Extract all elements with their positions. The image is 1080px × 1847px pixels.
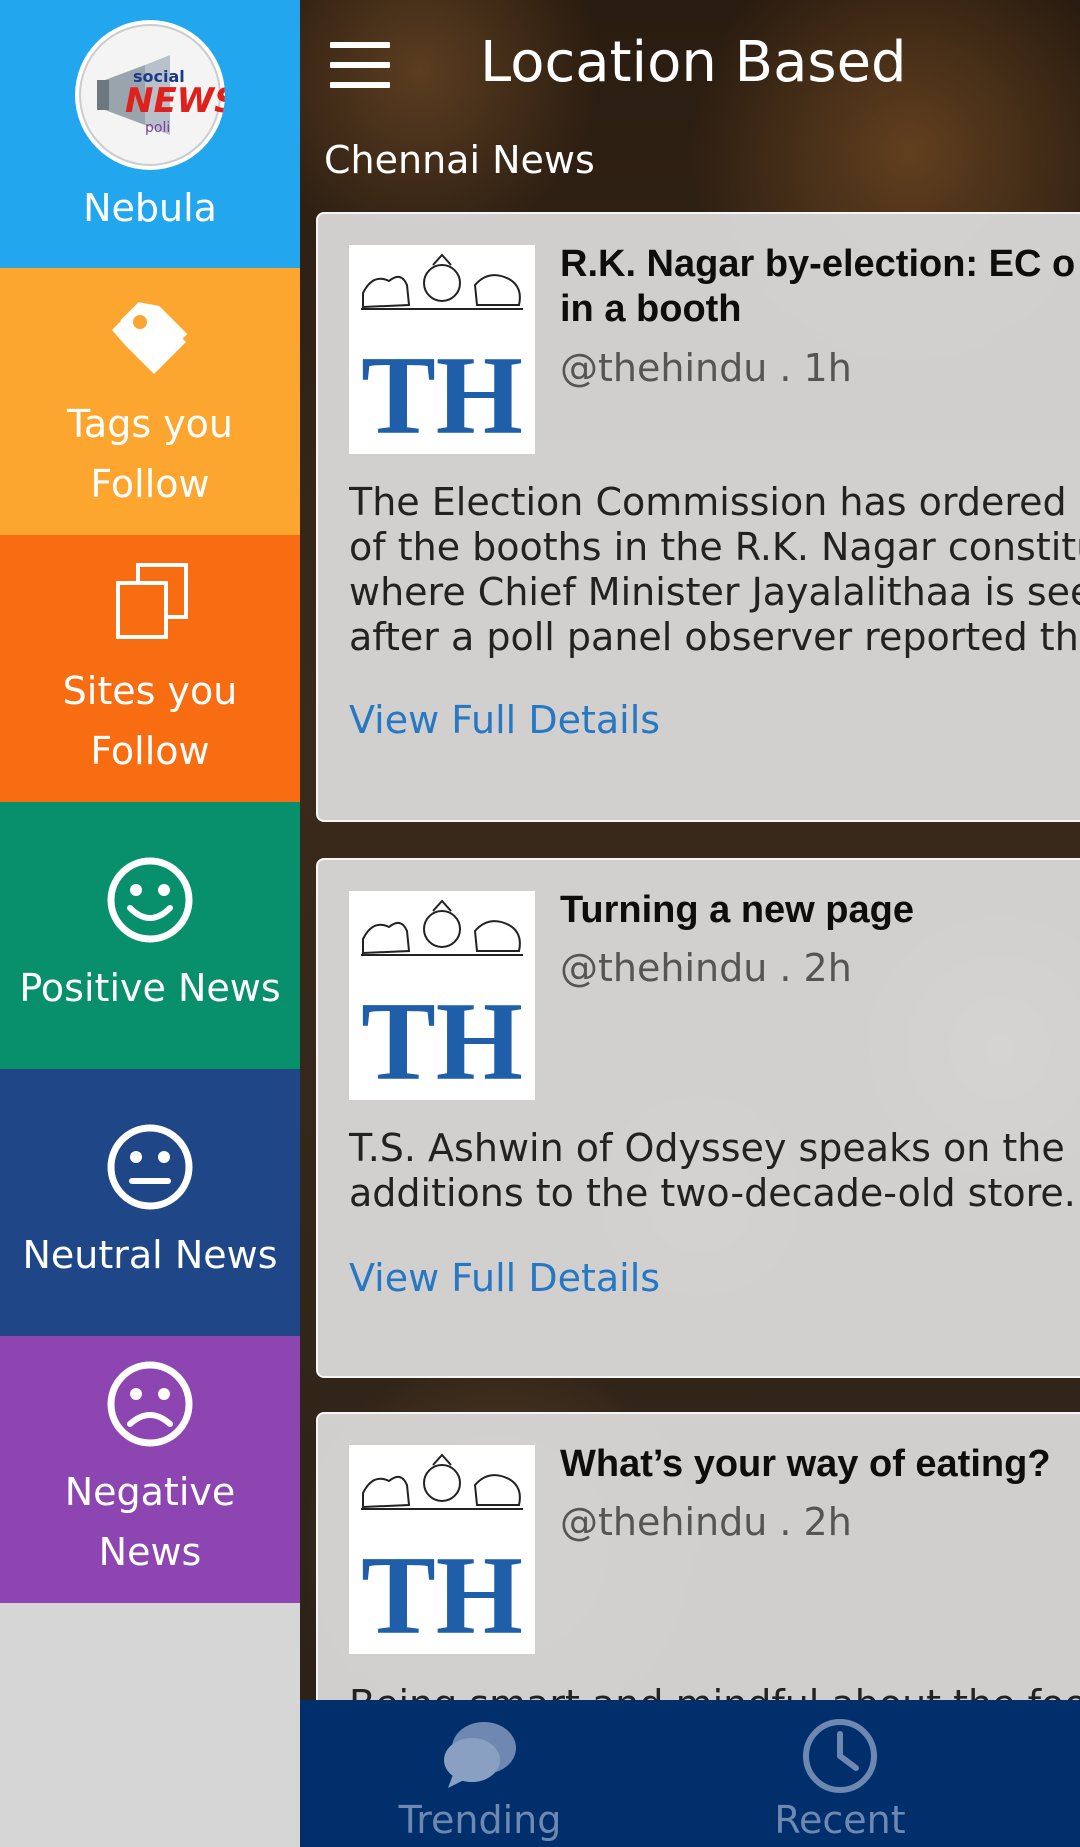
svg-text:NEWS: NEWS: [125, 81, 225, 121]
smile-icon: [107, 857, 193, 942]
bottom-navigation: Trending Recent: [300, 1700, 1080, 1847]
svg-text:poli: poli: [145, 120, 170, 136]
app-name: Nebula: [83, 186, 217, 230]
page-title: Location Based: [480, 30, 907, 95]
neutral-face-icon: [107, 1124, 193, 1209]
tag-icon: [112, 297, 193, 374]
view-details-link[interactable]: View Full Details: [349, 1256, 660, 1300]
tab-recent[interactable]: Recent: [690, 1700, 990, 1847]
drawer-item-tags[interactable]: Tags you Follow: [0, 268, 300, 535]
source-logo: TH: [349, 1445, 535, 1658]
tab-label: Recent: [774, 1798, 906, 1842]
drawer-item-label: Positive News: [19, 965, 281, 1010]
drawer-item-label: Neutral News: [22, 1232, 278, 1277]
section-title: Chennai News: [324, 138, 595, 182]
hamburger-menu-icon[interactable]: [330, 42, 392, 88]
navigation-drawer: social NEWS poli Nebula Tags you Follow …: [0, 0, 300, 1847]
app-logo: social NEWS poli: [75, 20, 225, 170]
drawer-item-positive[interactable]: Positive News: [0, 802, 300, 1069]
clock-icon: [803, 1719, 877, 1793]
emblem-icon: [361, 899, 523, 956]
source-logo: TH: [349, 245, 535, 458]
drawer-item-label: Tags you Follow: [66, 401, 234, 506]
view-details-link[interactable]: View Full Details: [349, 698, 660, 742]
drawer-item-label: Negative News: [64, 1469, 236, 1574]
article-headline[interactable]: Turning a new page: [560, 888, 1080, 933]
article-headline[interactable]: What’s your way of eating?: [560, 1442, 1080, 1487]
drawer-item-label: Sites you Follow: [62, 668, 238, 773]
news-feed: Location Based Chennai News TH R.K. Naga…: [300, 0, 1080, 1847]
article-summary: The Election Commission has ordered r of…: [349, 480, 1080, 659]
emblem-icon: [361, 253, 523, 310]
article-meta: @thehindu . 2h: [560, 946, 852, 990]
news-card[interactable]: TH Turning a new page @thehindu . 2h T.S…: [316, 858, 1080, 1378]
news-card[interactable]: TH R.K. Nagar by-election: EC o in a boo…: [316, 212, 1080, 822]
article-meta: @thehindu . 2h: [560, 1500, 852, 1544]
chat-bubble-icon: [444, 1722, 516, 1788]
article-meta: @thehindu . 1h: [560, 346, 852, 390]
copy-pages-icon: [116, 562, 188, 639]
article-headline[interactable]: R.K. Nagar by-election: EC o in a booth: [560, 242, 1080, 332]
app-bar: Location Based: [300, 0, 1080, 130]
drawer-header[interactable]: social NEWS poli Nebula: [0, 0, 300, 268]
article-summary: T.S. Ashwin of Odyssey speaks on the la …: [349, 1126, 1080, 1215]
emblem-icon: [361, 1453, 523, 1510]
frown-icon: [107, 1361, 193, 1446]
drawer-item-sites[interactable]: Sites you Follow: [0, 535, 300, 802]
logo-letters: TH: [361, 1534, 523, 1654]
drawer-item-negative[interactable]: Negative News: [0, 1336, 300, 1603]
logo-letters: TH: [361, 980, 523, 1100]
tab-label: Trending: [398, 1798, 562, 1842]
source-logo: TH: [349, 891, 535, 1104]
drawer-item-neutral[interactable]: Neutral News: [0, 1069, 300, 1336]
tab-trending[interactable]: Trending: [330, 1700, 630, 1847]
logo-letters: TH: [361, 334, 523, 454]
